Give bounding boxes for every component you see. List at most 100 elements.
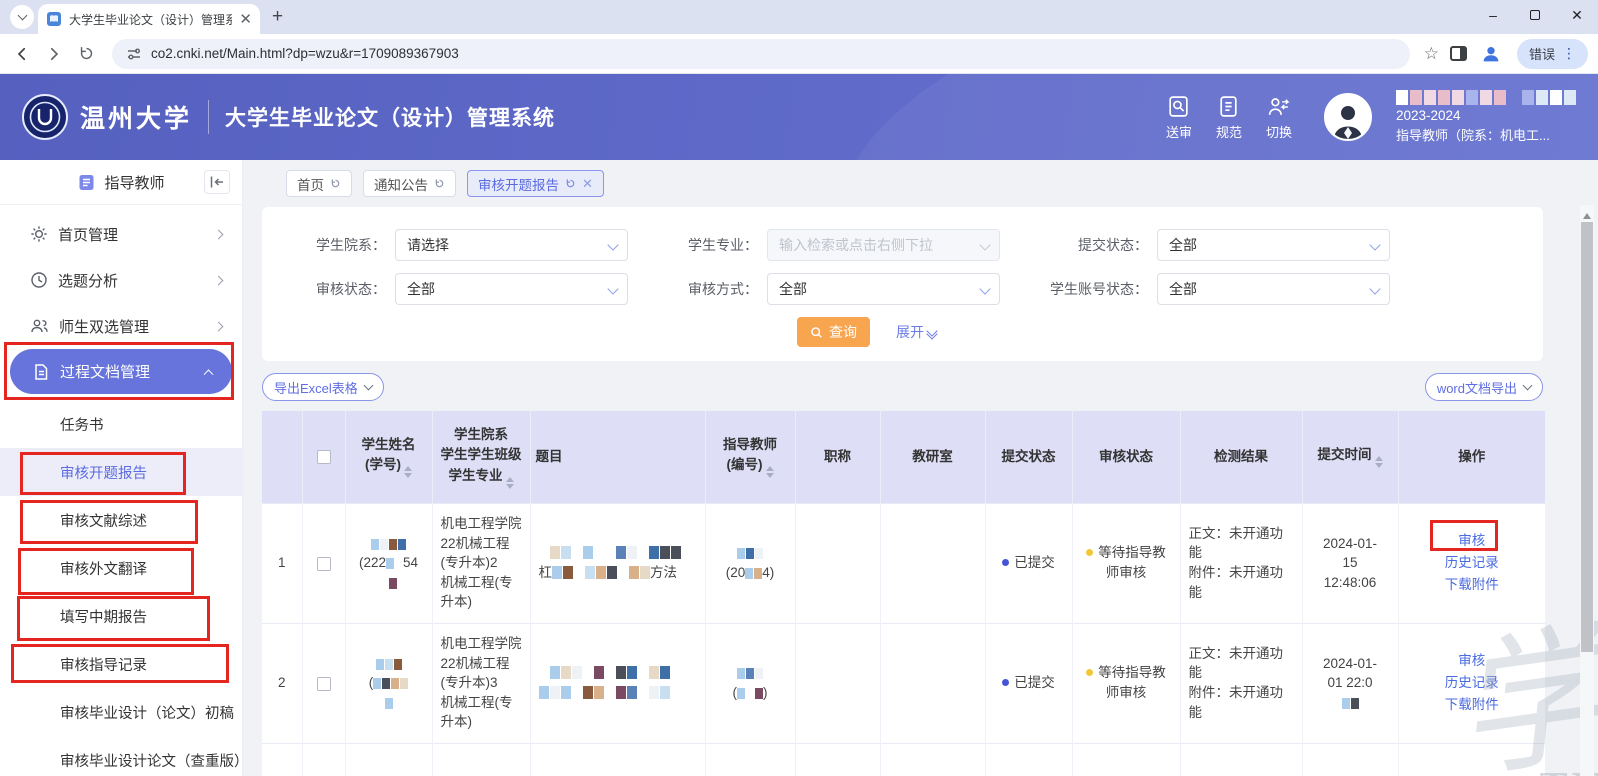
send-review-button[interactable]: 送审 bbox=[1166, 94, 1192, 141]
sidebar-item-home-management[interactable]: 首页管理 bbox=[0, 211, 242, 257]
header-checkbox bbox=[302, 411, 345, 503]
subitem-label: 填写中期报告 bbox=[60, 606, 147, 627]
student-department-select[interactable]: 请选择 bbox=[395, 229, 628, 261]
tab-chip-home[interactable]: 首页 bbox=[286, 170, 352, 197]
page-tabs: 首页 通知公告 审核开题报告 ✕ bbox=[286, 170, 1598, 197]
export-excel-button[interactable]: 导出Excel表格 bbox=[262, 373, 384, 401]
search-icon bbox=[810, 326, 823, 339]
download-attachment-link[interactable]: 下载附件 bbox=[1407, 574, 1538, 596]
sidebar-item-process-documents[interactable]: 过程文档管理 bbox=[10, 349, 232, 394]
chevron-down-icon bbox=[17, 11, 27, 21]
sidebar-subitem-review-guidance[interactable]: 审核指导记录 bbox=[0, 640, 242, 688]
sidebar-item-label: 选题分析 bbox=[58, 270, 118, 291]
new-tab-button[interactable]: + bbox=[272, 6, 283, 28]
chevron-down-icon bbox=[363, 381, 373, 391]
browser-menu-button[interactable]: 错误 ⋮ bbox=[1517, 39, 1588, 69]
header-index bbox=[262, 411, 302, 503]
kebab-menu-icon[interactable]: ⋮ bbox=[1562, 45, 1576, 62]
standards-label: 规范 bbox=[1216, 122, 1242, 141]
filter-label: 审核状态： bbox=[262, 279, 395, 299]
job-title-cell bbox=[795, 503, 880, 623]
refresh-icon[interactable] bbox=[565, 178, 576, 189]
tab-chip-label: 首页 bbox=[297, 174, 324, 194]
history-link[interactable]: 历史记录 bbox=[1407, 672, 1538, 694]
sidebar-subitem-task-book[interactable]: 任务书 bbox=[0, 400, 242, 448]
history-link[interactable]: 历史记录 bbox=[1407, 552, 1538, 574]
sidebar-subitem-review-plagiarism[interactable]: 审核毕业设计论文（查重版） bbox=[0, 736, 242, 776]
sidebar-subitem-review-translation[interactable]: 审核外文翻译 bbox=[0, 544, 242, 592]
select-all-checkbox[interactable] bbox=[317, 450, 331, 464]
refresh-icon[interactable] bbox=[330, 178, 341, 189]
favicon bbox=[46, 11, 62, 27]
row-index: 2 bbox=[262, 623, 302, 743]
sidebar-item-mutual-selection[interactable]: 师生双选管理 bbox=[0, 303, 242, 349]
vertical-scrollbar[interactable] bbox=[1580, 205, 1594, 776]
review-link[interactable]: 审核 bbox=[1407, 650, 1538, 672]
sort-icon[interactable] bbox=[1375, 456, 1383, 468]
scrollbar-thumb[interactable] bbox=[1581, 222, 1593, 652]
address-bar[interactable]: co2.cnki.net/Main.html?dp=wzu&r=17090893… bbox=[112, 39, 1410, 69]
download-attachment-link[interactable]: 下载附件 bbox=[1407, 694, 1538, 716]
sort-icon[interactable] bbox=[766, 466, 774, 478]
export-word-button[interactable]: word文档导出 bbox=[1425, 373, 1543, 401]
account-status-select[interactable]: 全部 bbox=[1157, 273, 1390, 305]
row-checkbox[interactable] bbox=[317, 557, 331, 571]
sidebar-subitem-review-proposal[interactable]: 审核开题报告 bbox=[0, 448, 242, 496]
review-link[interactable]: 审核 bbox=[1407, 530, 1538, 552]
restore-button[interactable] bbox=[1514, 0, 1556, 30]
user-info[interactable]: 2023-2024 指导教师（院系：机电工... bbox=[1396, 90, 1576, 144]
user-avatar[interactable] bbox=[1324, 93, 1372, 141]
sort-icon[interactable] bbox=[404, 466, 412, 478]
sidebar-subitem-review-draft[interactable]: 审核毕业设计（论文）初稿 bbox=[0, 688, 242, 736]
header-teacher[interactable]: 指导教师 (编号) bbox=[705, 411, 795, 503]
subitem-label: 审核外文翻译 bbox=[60, 558, 147, 579]
submit-status-select[interactable]: 全部 bbox=[1157, 229, 1390, 261]
tab-search-button[interactable] bbox=[10, 5, 34, 29]
scroll-up-arrow[interactable] bbox=[1583, 209, 1591, 219]
refresh-icon[interactable] bbox=[434, 178, 445, 189]
close-icon[interactable]: ✕ bbox=[582, 177, 593, 190]
sort-icon[interactable] bbox=[506, 477, 514, 489]
side-panel-icon[interactable] bbox=[1447, 42, 1471, 66]
header-submit-time[interactable]: 提交时间 bbox=[1302, 411, 1398, 503]
header-student-dept[interactable]: 学生院系 学生学生班级 学生专业 bbox=[432, 411, 530, 503]
university-logo bbox=[22, 94, 68, 140]
forward-button[interactable] bbox=[42, 42, 66, 66]
close-window-button[interactable]: ✕ bbox=[1556, 0, 1598, 30]
row-checkbox[interactable] bbox=[317, 677, 331, 691]
reload-button[interactable] bbox=[74, 42, 98, 66]
switch-role-button[interactable]: 切换 bbox=[1266, 94, 1292, 141]
review-method-select[interactable]: 全部 bbox=[767, 273, 1000, 305]
expand-filters-link[interactable]: 展开 bbox=[896, 322, 936, 342]
browser-tab[interactable]: 大学生毕业论文（设计）管理系 ✕ bbox=[38, 4, 260, 34]
review-status-select[interactable]: 全部 bbox=[395, 273, 628, 305]
tab-close-icon[interactable]: ✕ bbox=[239, 12, 252, 27]
subitem-label: 审核指导记录 bbox=[60, 654, 147, 675]
standards-button[interactable]: 规范 bbox=[1216, 94, 1242, 141]
table-row: 1 (22254 机电工程学院 22机械工程(专升本)2 机械工程(专升本) bbox=[262, 503, 1545, 623]
profile-avatar-icon[interactable] bbox=[1479, 42, 1503, 66]
chevron-down-icon bbox=[1369, 283, 1380, 294]
sidebar-item-topic-analysis[interactable]: 选题分析 bbox=[0, 257, 242, 303]
chevron-down-icon bbox=[607, 283, 618, 294]
subitem-label: 任务书 bbox=[60, 414, 104, 435]
bookmark-star-icon[interactable]: ☆ bbox=[1424, 44, 1439, 64]
search-button[interactable]: 查询 bbox=[797, 317, 870, 347]
site-info-icon[interactable] bbox=[126, 46, 142, 62]
minimize-button[interactable]: – bbox=[1472, 0, 1514, 30]
sidebar-subitem-midterm-report[interactable]: 填写中期报告 bbox=[0, 592, 242, 640]
student-major-select[interactable]: 输入检索或点击右侧下拉 bbox=[767, 229, 1000, 261]
tab-chip-notices[interactable]: 通知公告 bbox=[363, 170, 456, 197]
chevron-down-icon bbox=[1369, 239, 1380, 250]
switch-role-label: 切换 bbox=[1266, 122, 1292, 141]
send-review-icon bbox=[1166, 94, 1191, 119]
tab-chip-review-proposal[interactable]: 审核开题报告 ✕ bbox=[467, 170, 604, 197]
collapse-sidebar-button[interactable] bbox=[204, 170, 230, 194]
title-cell bbox=[530, 743, 705, 776]
sidebar-subitem-review-literature[interactable]: 审核文献综述 bbox=[0, 496, 242, 544]
header-student-name[interactable]: 学生姓名 (学号) bbox=[345, 411, 432, 503]
back-button[interactable] bbox=[10, 42, 34, 66]
chevron-right-icon bbox=[214, 229, 224, 239]
detect-result-cell: 正文：未开通功能 附件：未开通功能 bbox=[1180, 503, 1302, 623]
filter-label: 学生专业： bbox=[634, 235, 767, 255]
